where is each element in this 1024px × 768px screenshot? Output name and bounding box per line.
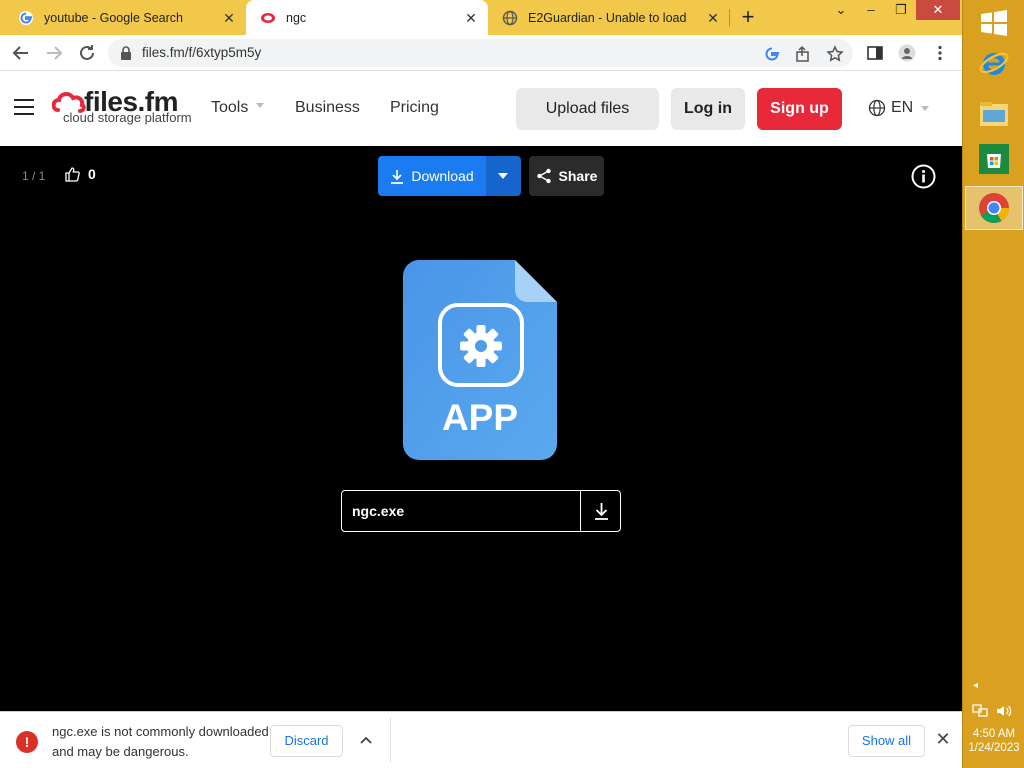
globe-icon bbox=[868, 99, 886, 117]
language-label: EN bbox=[891, 99, 914, 116]
like-count: 0 bbox=[88, 166, 96, 182]
file-viewer: 1 / 1 0 Download Share APP ngc.exe bbox=[0, 146, 962, 711]
download-label: Download bbox=[411, 168, 474, 184]
nav-pricing[interactable]: Pricing bbox=[390, 99, 439, 117]
nav-tools-label: Tools bbox=[211, 99, 249, 116]
close-window-button[interactable]: ✕ bbox=[916, 0, 960, 20]
file-counter: 1 / 1 bbox=[22, 169, 46, 183]
volume-icon[interactable] bbox=[995, 703, 1013, 719]
download-icon bbox=[391, 169, 404, 184]
reload-icon[interactable] bbox=[75, 41, 99, 65]
new-tab-button[interactable]: + bbox=[736, 6, 760, 30]
minimize-button[interactable]: – bbox=[856, 0, 886, 20]
store-icon[interactable] bbox=[977, 142, 1011, 176]
clock-date: 1/24/2023 bbox=[968, 742, 1020, 754]
side-panel-icon[interactable] bbox=[866, 44, 884, 62]
taskbar-clock[interactable]: 4:50 AM 1/24/2023 bbox=[963, 727, 1024, 755]
tab-ngc[interactable]: ngc ✕ bbox=[246, 0, 488, 35]
hamburger-menu-icon[interactable] bbox=[14, 99, 34, 117]
nav-business[interactable]: Business bbox=[295, 99, 360, 117]
tab-title: E2Guardian - Unable to load web bbox=[528, 10, 688, 25]
browser-window: youtube - Google Search ✕ ngc ✕ E2Guardi… bbox=[0, 0, 962, 768]
download-shelf: ! ngc.exe is not commonly downloaded and… bbox=[0, 711, 962, 768]
clock-time: 4:50 AM bbox=[972, 728, 1016, 740]
warning-icon: ! bbox=[16, 731, 38, 753]
files-fm-favicon-icon bbox=[261, 12, 275, 23]
restore-button[interactable]: ❐ bbox=[886, 0, 916, 20]
tab-youtube-search[interactable]: youtube - Google Search ✕ bbox=[4, 0, 246, 35]
filename-text: ngc.exe bbox=[352, 503, 405, 519]
discard-button[interactable]: Discard bbox=[270, 725, 343, 757]
google-icon bbox=[19, 10, 33, 25]
google-lens-icon[interactable] bbox=[763, 45, 781, 63]
browser-toolbar: files.fm/f/6xtyp5m5y bbox=[0, 35, 962, 71]
share-button[interactable]: Share bbox=[529, 156, 604, 196]
language-selector[interactable]: EN bbox=[868, 99, 930, 117]
globe-icon bbox=[502, 10, 518, 25]
chevron-up-icon[interactable] bbox=[356, 732, 376, 748]
start-icon[interactable] bbox=[977, 6, 1011, 40]
login-button[interactable]: Log in bbox=[671, 88, 745, 130]
show-all-button[interactable]: Show all bbox=[848, 725, 925, 757]
tab-title: youtube - Google Search bbox=[44, 10, 183, 25]
logo-tagline: cloud storage platform bbox=[63, 110, 192, 125]
close-tab-icon[interactable]: ✕ bbox=[464, 11, 478, 25]
app-icon-label: APP bbox=[441, 397, 519, 438]
tab-e2guardian[interactable]: E2Guardian - Unable to load web ✕ bbox=[488, 0, 730, 35]
url-text[interactable]: files.fm/f/6xtyp5m5y bbox=[142, 45, 261, 60]
tab-separator bbox=[729, 9, 730, 27]
signup-button[interactable]: Sign up bbox=[757, 88, 842, 130]
shelf-divider bbox=[390, 718, 391, 762]
internet-explorer-icon[interactable] bbox=[977, 46, 1011, 80]
filename-bar: ngc.exe bbox=[341, 490, 621, 532]
lock-icon[interactable] bbox=[120, 46, 132, 60]
download-warning-text: ngc.exe is not commonly downloaded and m… bbox=[52, 724, 269, 759]
back-icon[interactable] bbox=[9, 41, 33, 65]
chevron-down-icon bbox=[256, 103, 265, 112]
close-tab-icon[interactable]: ✕ bbox=[222, 11, 236, 25]
tray-expand-icon[interactable]: ◂ bbox=[973, 680, 978, 691]
tab-search-dropdown-icon[interactable]: ⌄ bbox=[826, 0, 856, 20]
address-bar[interactable]: files.fm/f/6xtyp5m5y bbox=[108, 39, 853, 67]
nav-tools[interactable]: Tools bbox=[211, 99, 265, 117]
network-icon[interactable] bbox=[971, 703, 989, 719]
file-explorer-icon[interactable] bbox=[977, 96, 1011, 130]
chrome-icon[interactable] bbox=[977, 191, 1011, 225]
bookmark-star-icon[interactable] bbox=[826, 45, 844, 63]
profile-avatar-icon[interactable] bbox=[898, 44, 916, 62]
forward-icon[interactable] bbox=[42, 41, 66, 65]
close-shelf-icon[interactable]: ✕ bbox=[934, 730, 952, 748]
thumbs-up-icon bbox=[65, 167, 80, 182]
info-icon[interactable] bbox=[911, 164, 936, 189]
chrome-menu-icon[interactable] bbox=[931, 44, 949, 62]
app-file-icon: APP bbox=[403, 260, 557, 460]
download-options-dropdown[interactable] bbox=[486, 156, 521, 196]
tab-strip: youtube - Google Search ✕ ngc ✕ E2Guardi… bbox=[0, 0, 962, 35]
download-button[interactable]: Download bbox=[378, 156, 486, 196]
windows-taskbar: ◂ 4:50 AM 1/24/2023 bbox=[962, 0, 1024, 768]
close-tab-icon[interactable]: ✕ bbox=[706, 11, 720, 25]
upload-files-button[interactable]: Upload files bbox=[516, 88, 659, 130]
like-button[interactable]: 0 bbox=[64, 166, 96, 182]
download-icon bbox=[595, 503, 608, 520]
share-icon bbox=[536, 168, 551, 184]
tab-title: ngc bbox=[286, 10, 307, 25]
share-label: Share bbox=[558, 168, 598, 184]
chevron-down-icon bbox=[921, 105, 930, 115]
file-download-button[interactable] bbox=[580, 491, 621, 531]
share-page-icon[interactable] bbox=[794, 45, 812, 63]
site-header: files.fm cloud storage platform Tools Bu… bbox=[0, 71, 962, 146]
